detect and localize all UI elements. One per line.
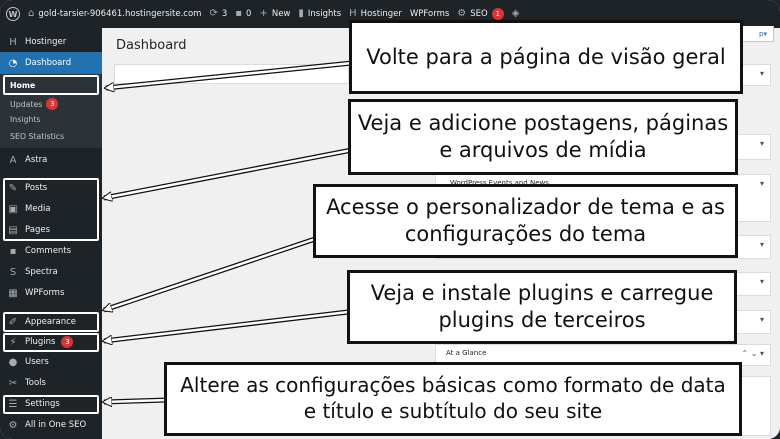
admin-sidebar: H Hostinger ◔ Dashboard Home Updates 3 I… — [0, 28, 102, 439]
insights-label: Insights — [307, 9, 342, 19]
sidebar-label: WPForms — [25, 288, 65, 298]
seo-gear-icon: ⚙ — [8, 419, 18, 431]
wpforms-link[interactable]: WPForms — [410, 9, 449, 19]
submenu-label: SEO Statistics — [10, 132, 65, 141]
hostinger-icon: H — [349, 8, 357, 19]
callout-plugins: Veja e instale plugins e carregue plugin… — [347, 270, 737, 344]
callout-settings: Altere as configurações básicas como for… — [164, 362, 742, 436]
chevron-down-icon[interactable]: ▾ — [760, 69, 764, 78]
sidebar-item-all-in-one-seo[interactable]: ⚙ All in One SEO — [0, 415, 102, 435]
home-icon: ⌂ — [28, 8, 35, 19]
chevron-up-down-icon[interactable]: ⌃ ⌄ ▾ — [741, 349, 764, 358]
wrench-icon: ✂ — [8, 377, 18, 389]
highlight-plugins — [3, 333, 99, 352]
sidebar-label: Hostinger — [25, 37, 67, 47]
new-content-link[interactable]: + New — [259, 8, 291, 20]
sidebar-label: Spectra — [25, 267, 58, 277]
highlight-appearance — [3, 312, 99, 332]
chevron-down-icon[interactable]: ▾ — [760, 315, 764, 324]
updates-count: 3 — [221, 9, 228, 19]
sidebar-item-hostinger[interactable]: H Hostinger — [0, 32, 102, 52]
hostinger-icon: H — [9, 36, 17, 48]
dashboard-gauge-icon: ◔ — [8, 57, 18, 69]
at-a-glance-title: At a Glance — [446, 349, 487, 357]
hostinger-link[interactable]: H Hostinger — [349, 8, 402, 20]
callout-home: Volte para a página de visão geral — [349, 20, 743, 94]
sidebar-item-astra[interactable]: A Astra — [0, 150, 102, 170]
updates-badge: 3 — [46, 98, 59, 110]
sidebar-item-tools[interactable]: ✂ Tools — [0, 373, 102, 393]
page-title: Dashboard — [116, 38, 187, 53]
sidebar-label: Tools — [25, 378, 46, 388]
seo-link[interactable]: ⚙ SEO 1 — [457, 8, 504, 20]
chevron-down-icon[interactable]: ▾ — [760, 179, 764, 188]
chevron-down-icon[interactable]: ▾ — [760, 277, 764, 286]
submenu-item-seo-statistics[interactable]: SEO Statistics — [10, 132, 64, 141]
comments-link[interactable]: ▪ 0 — [235, 8, 252, 20]
wordpress-logo-icon[interactable]: W — [6, 7, 20, 21]
seo-label: SEO — [470, 9, 488, 19]
sidebar-label: Users — [25, 357, 49, 367]
submenu-item-insights[interactable]: Insights — [10, 115, 40, 124]
refresh-icon: ⟳ — [209, 8, 218, 19]
updates-link[interactable]: ⟳ 3 — [209, 8, 228, 20]
sidebar-label: All in One SEO — [25, 420, 87, 430]
site-name-link[interactable]: ⌂ gold-tarsier-906461.hostingersite.com — [28, 8, 202, 20]
comment-icon: ▪ — [235, 8, 243, 19]
callout-content: Veja e adicione postagens, páginas e arq… — [348, 99, 738, 175]
widget-panel-1 — [114, 64, 349, 84]
callout-appearance: Acesse o personalizador de tema e as con… — [313, 184, 738, 258]
sidebar-label: Dashboard — [25, 58, 72, 68]
spectra-icon: S — [9, 266, 17, 278]
hostinger-label: Hostinger — [360, 9, 402, 19]
submenu-item-updates[interactable]: Updates 3 — [10, 98, 59, 110]
submenu-label: Updates — [10, 99, 43, 109]
chevron-down-icon[interactable]: ▾ — [760, 240, 764, 249]
sidebar-item-dashboard[interactable]: ◔ Dashboard — [0, 52, 102, 74]
sidebar-item-wpforms[interactable]: ▦ WPForms — [0, 283, 102, 303]
diamond-icon: ◈ — [511, 8, 520, 19]
highlight-content — [3, 178, 99, 241]
comment-icon: ▪ — [9, 245, 17, 257]
plus-icon: + — [259, 8, 268, 19]
comments-count: 0 — [246, 9, 252, 19]
sidebar-item-users[interactable]: ● Users — [0, 352, 102, 372]
wpforms-icon: ▦ — [8, 287, 18, 299]
sidebar-label: Astra — [25, 155, 48, 165]
sidebar-item-spectra[interactable]: S Spectra — [0, 262, 102, 282]
chevron-down-icon[interactable]: ▾ — [760, 139, 764, 148]
screenshot-frame: W ⌂ gold-tarsier-906461.hostingersite.co… — [0, 0, 780, 439]
users-icon: ● — [8, 356, 18, 368]
bar-chart-icon: ▮ — [298, 8, 304, 19]
wpforms-label: WPForms — [409, 9, 450, 19]
sidebar-label: Comments — [25, 246, 72, 256]
diamond-link[interactable]: ◈ — [512, 9, 520, 19]
highlight-settings — [3, 395, 99, 414]
submenu-label: Insights — [10, 115, 41, 124]
insights-link[interactable]: ▮ Insights — [298, 8, 342, 20]
sidebar-item-comments[interactable]: ▪ Comments — [0, 241, 102, 261]
seo-badge: 1 — [491, 8, 504, 20]
screen-options-label: p — [759, 29, 764, 38]
highlight-home — [3, 75, 99, 95]
seo-gear-icon: ⚙ — [457, 8, 467, 19]
astra-icon: A — [9, 154, 17, 166]
new-label: New — [271, 9, 291, 19]
site-name: gold-tarsier-906461.hostingersite.com — [38, 9, 202, 19]
